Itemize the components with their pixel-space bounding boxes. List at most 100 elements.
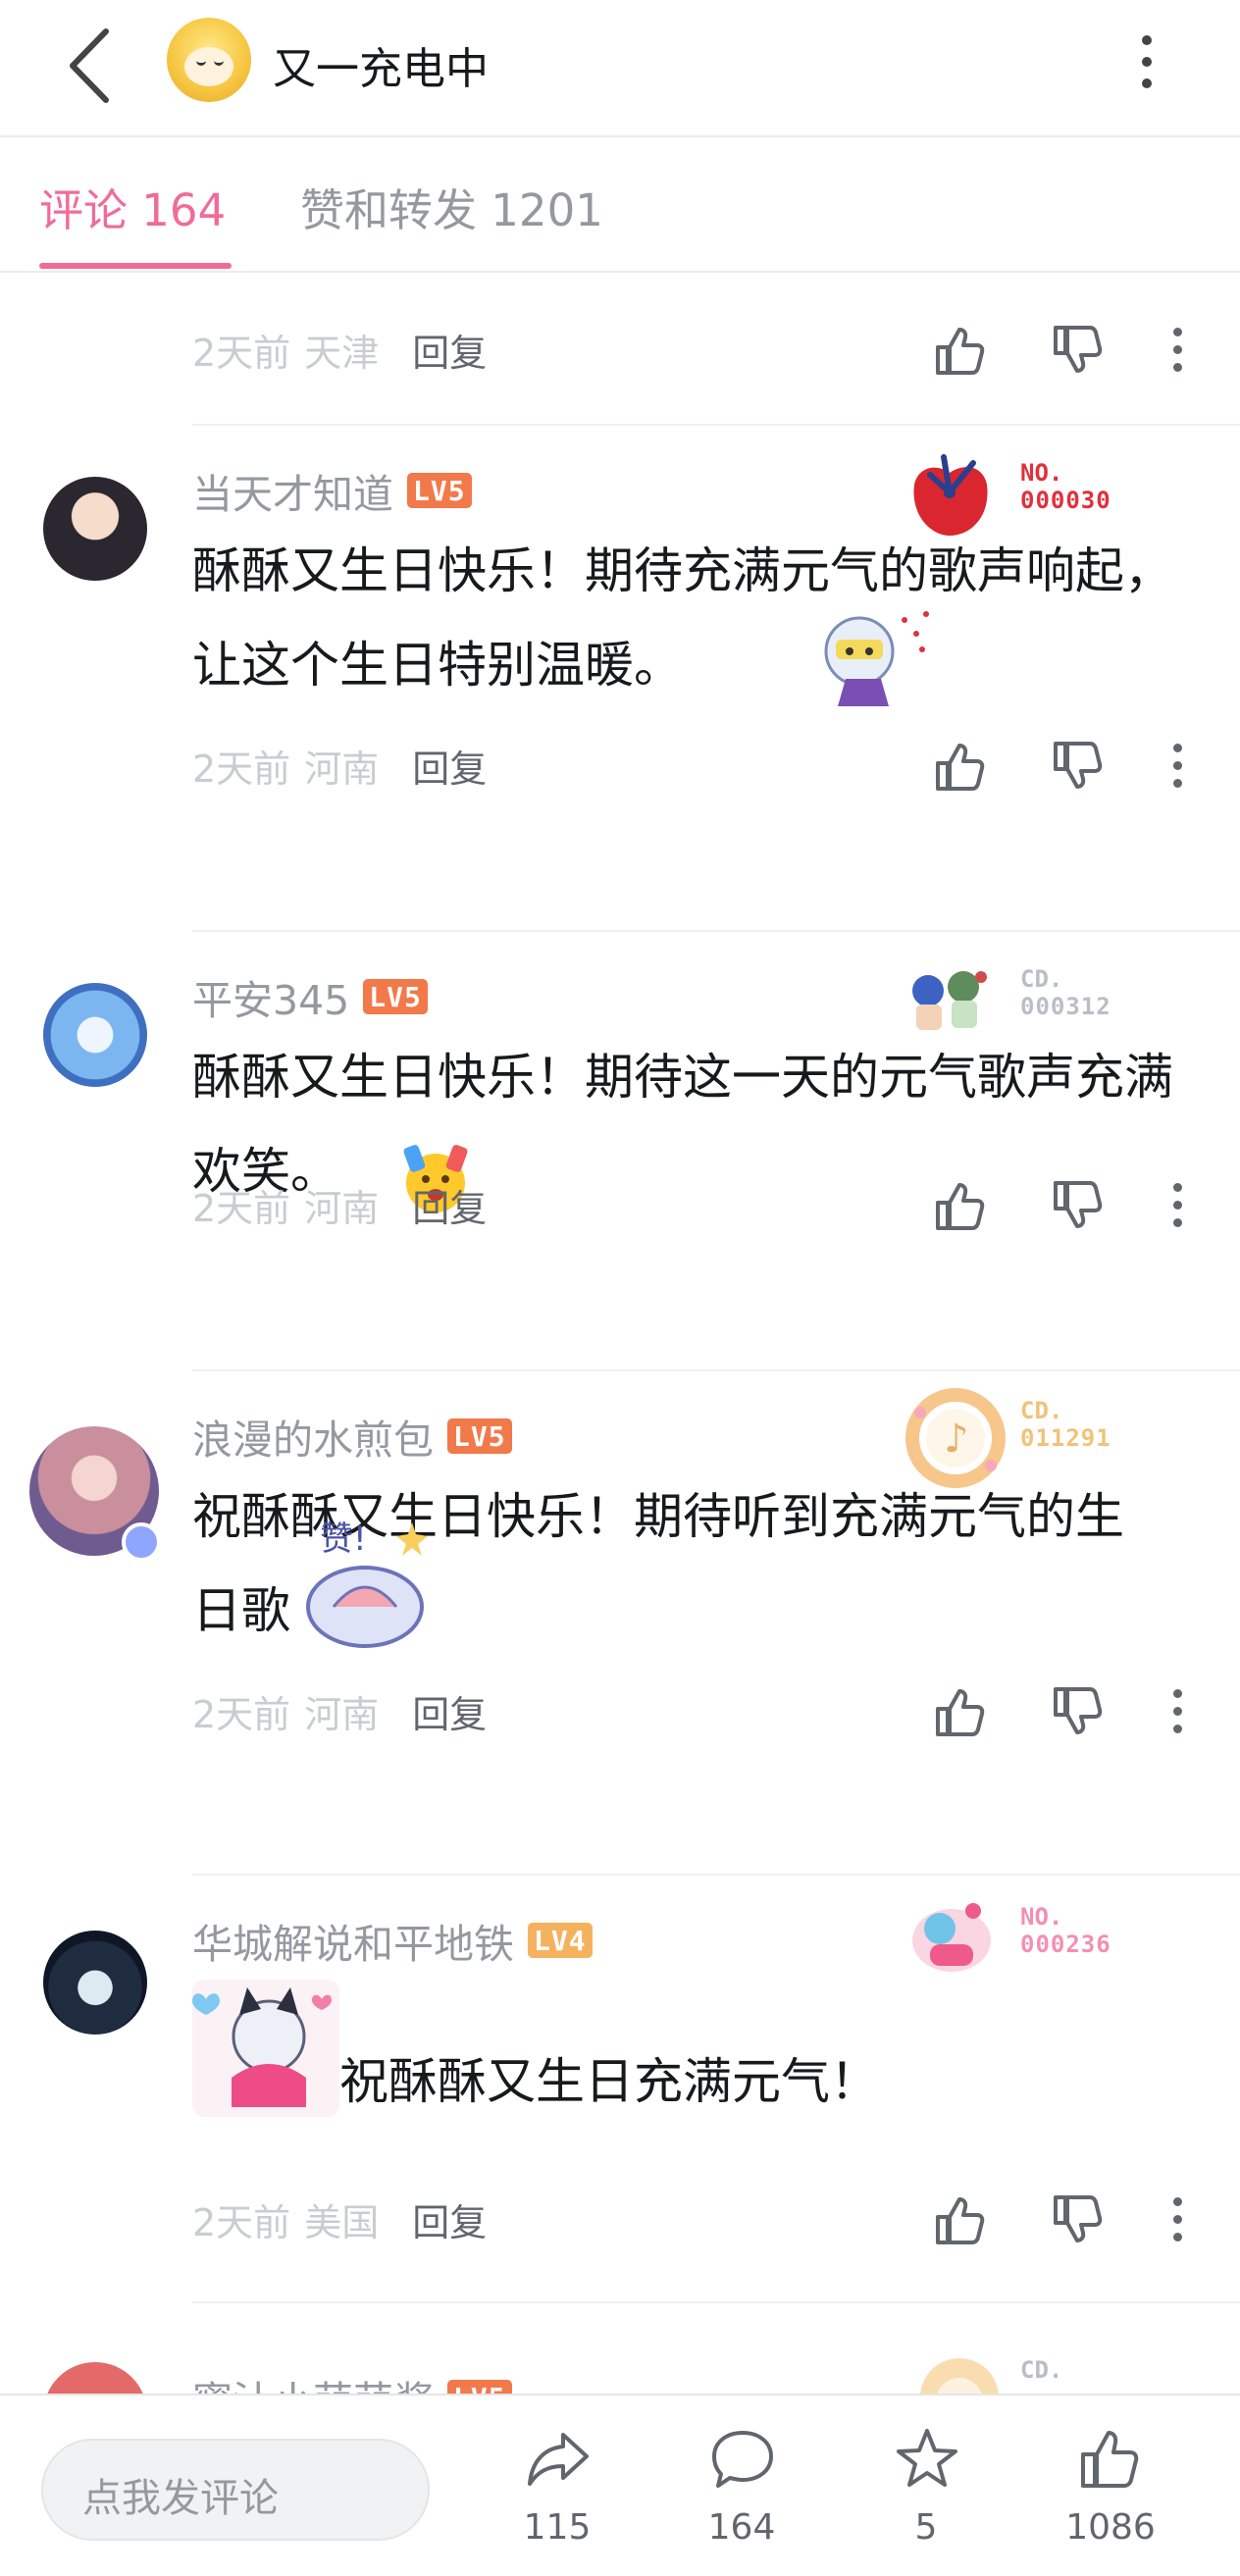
divider bbox=[192, 424, 1240, 426]
badge-number: 011291 bbox=[1020, 1424, 1111, 1452]
divider bbox=[192, 930, 1240, 932]
comment-text: 祝酥酥又生日充满元气！ bbox=[192, 1980, 1173, 2137]
user-avatar[interactable] bbox=[43, 2362, 147, 2394]
comment-time: 2天前 bbox=[192, 1186, 291, 1230]
dislike-icon[interactable] bbox=[1050, 738, 1107, 795]
star-icon bbox=[897, 2429, 957, 2487]
comment-input[interactable]: 点我发评论 bbox=[41, 2439, 430, 2541]
level-badge: LV5 bbox=[363, 979, 428, 1014]
user-avatar[interactable] bbox=[43, 983, 147, 1087]
character-sticker-icon bbox=[824, 611, 929, 706]
svg-text:赞!: 赞! bbox=[320, 1520, 367, 1559]
username[interactable]: 平安345 bbox=[192, 967, 349, 1026]
share-button[interactable]: 115 bbox=[498, 2415, 616, 2562]
badge-number: 000030 bbox=[1020, 487, 1111, 514]
comment-location: 河南 bbox=[304, 747, 380, 791]
comment-more-icon[interactable] bbox=[1163, 322, 1193, 379]
cat-hug-sticker-icon bbox=[192, 1980, 339, 2117]
comment-meta: 2天前 河南 回复 bbox=[192, 1681, 487, 1740]
uploader-avatar[interactable] bbox=[167, 18, 251, 102]
thumbs-up-icon bbox=[1081, 2431, 1139, 2488]
level-badge: LV4 bbox=[528, 1923, 593, 1958]
verified-badge-icon bbox=[122, 1522, 161, 1562]
page-title: 又一充电中 bbox=[273, 44, 489, 94]
tab-bar: 评论 164 赞和转发 1201 bbox=[0, 137, 1240, 273]
comment-body: 酥酥又生日快乐！期待充满元气的歌声响起，让这个生日特别温暖。 bbox=[192, 542, 1173, 694]
divider bbox=[192, 2301, 1240, 2303]
dislike-icon[interactable] bbox=[1050, 1683, 1107, 1740]
username-row: 当天才知道 LV5 bbox=[192, 461, 472, 520]
fan-badge[interactable]: CD. bbox=[901, 2343, 1146, 2394]
comment-meta: 2天前 河南 回复 bbox=[192, 736, 487, 795]
dislike-icon[interactable] bbox=[1050, 1177, 1107, 1234]
divider bbox=[192, 1874, 1240, 1876]
dislike-icon[interactable] bbox=[1050, 322, 1107, 379]
comment-more-icon[interactable] bbox=[1163, 738, 1193, 795]
share-count: 115 bbox=[523, 2507, 592, 2548]
favorite-count: 5 bbox=[914, 2507, 938, 2548]
svg-text:♪: ♪ bbox=[944, 1417, 969, 1462]
comment-list[interactable]: 2天前 天津 回复 当天才知道 LV5 NO. 000030 酥酥又生日快乐！期… bbox=[0, 275, 1240, 2394]
comment-actions bbox=[932, 732, 1207, 800]
fan-badge[interactable]: ♪ CD. 011291 bbox=[901, 1383, 1146, 1488]
share-icon bbox=[528, 2433, 589, 2486]
like-count: 1086 bbox=[1065, 2507, 1156, 2548]
comment-text: 酥酥又生日快乐！期待充满元气的歌声响起，让这个生日特别温暖。 bbox=[192, 524, 1173, 712]
comment-input-placeholder: 点我发评论 bbox=[82, 2476, 279, 2521]
badge-label: CD. bbox=[1020, 965, 1063, 993]
like-button[interactable]: 1086 bbox=[1052, 2415, 1169, 2562]
comment-actions bbox=[932, 316, 1207, 385]
user-avatar[interactable] bbox=[43, 477, 147, 581]
username[interactable]: 华城解说和平地铁 bbox=[192, 1911, 514, 1970]
comment-time: 2天前 bbox=[192, 331, 291, 375]
comment-actions bbox=[932, 2186, 1207, 2254]
favorite-button[interactable]: 5 bbox=[867, 2415, 985, 2562]
reply-button[interactable]: 回复 bbox=[412, 1684, 487, 1738]
dislike-icon[interactable] bbox=[1050, 2191, 1107, 2248]
comment-button[interactable]: 164 bbox=[683, 2415, 801, 2562]
comment-time: 2天前 bbox=[192, 1692, 291, 1736]
comment-actions bbox=[932, 1677, 1207, 1746]
like-icon[interactable] bbox=[932, 738, 989, 795]
reply-button[interactable]: 回复 bbox=[412, 739, 487, 793]
level-badge: LV5 bbox=[447, 1418, 512, 1454]
more-options-icon[interactable] bbox=[1128, 27, 1167, 96]
comment-body: 祝酥酥又生日充满元气！ bbox=[339, 2053, 879, 2110]
comment-actions bbox=[932, 1171, 1207, 1240]
level-badge: LV5 bbox=[407, 473, 472, 508]
like-icon[interactable] bbox=[932, 322, 989, 379]
username-row: 浪漫的水煎包 LV5 bbox=[192, 1407, 512, 1466]
like-icon[interactable] bbox=[932, 2191, 989, 2248]
badge-label: NO. bbox=[1020, 459, 1063, 487]
comment-location: 河南 bbox=[304, 1692, 380, 1736]
comment-more-icon[interactable] bbox=[1163, 2191, 1193, 2248]
comment-meta: 2天前 河南 回复 bbox=[192, 1175, 487, 1234]
fan-badge[interactable]: NO. 000236 bbox=[901, 1889, 1146, 1984]
comment-location: 美国 bbox=[304, 2200, 380, 2244]
like-icon[interactable] bbox=[932, 1177, 989, 1234]
tab-likes-reposts[interactable]: 赞和转发 1201 bbox=[300, 175, 603, 238]
like-icon[interactable] bbox=[932, 1683, 989, 1740]
username-row: 平安345 LV5 bbox=[192, 967, 428, 1026]
comment-more-icon[interactable] bbox=[1163, 1177, 1193, 1234]
back-arrow-icon[interactable] bbox=[59, 22, 128, 110]
reply-button[interactable]: 回复 bbox=[412, 2192, 487, 2246]
reply-button[interactable]: 回复 bbox=[412, 323, 487, 377]
level-badge: LV5 bbox=[447, 2380, 512, 2394]
username[interactable]: 当天才知道 bbox=[192, 461, 393, 520]
user-avatar[interactable] bbox=[43, 1931, 147, 2035]
comment-text: 祝酥酥又生日快乐！期待听到充满元气的生 日歌 赞! bbox=[192, 1469, 1173, 1666]
comment-location: 河南 bbox=[304, 1186, 380, 1230]
like-sticker-icon: 赞! bbox=[306, 1520, 428, 1648]
comment-bubble-icon bbox=[712, 2431, 773, 2488]
username[interactable]: 蜜汁小萌萌酱 bbox=[192, 2368, 434, 2394]
divider bbox=[192, 1369, 1240, 1371]
tab-comments[interactable]: 评论 164 bbox=[39, 175, 226, 238]
username[interactable]: 浪漫的水煎包 bbox=[192, 1407, 434, 1466]
comment-time: 2天前 bbox=[192, 2200, 291, 2244]
username-row: 华城解说和平地铁 LV4 bbox=[192, 1911, 593, 1970]
comment-time: 2天前 bbox=[192, 747, 291, 791]
comment-more-icon[interactable] bbox=[1163, 1683, 1193, 1740]
reply-button[interactable]: 回复 bbox=[412, 1178, 487, 1232]
comment-body-line-2: 日歌 bbox=[192, 1582, 290, 1639]
